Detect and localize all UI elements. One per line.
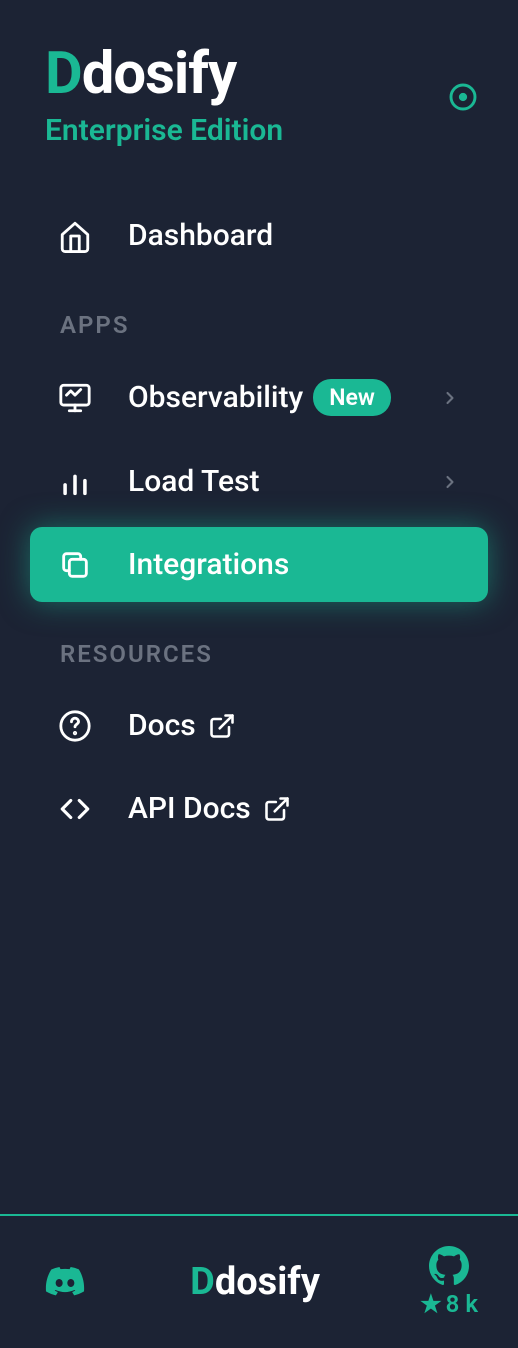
github-stars: ★ 8 k xyxy=(420,1290,478,1318)
external-link-icon xyxy=(263,795,291,823)
nav-label: Dashboard xyxy=(128,218,273,253)
github-icon xyxy=(429,1246,469,1286)
discord-link[interactable] xyxy=(40,1262,90,1302)
nav-label: Observability xyxy=(128,380,303,415)
monitor-icon xyxy=(58,381,92,415)
nav-label: API Docs xyxy=(128,791,251,826)
footer-logo: DDdosifydosify xyxy=(190,1260,320,1304)
chevron-right-icon xyxy=(440,472,460,492)
nav-observability[interactable]: Observability New xyxy=(30,359,488,436)
nav-load-test[interactable]: Load Test xyxy=(30,444,488,519)
logo: DDdosifydosify Enterprise Edition xyxy=(45,45,283,148)
github-link[interactable]: ★ 8 k xyxy=(420,1246,478,1318)
edition-label: Enterprise Edition xyxy=(45,113,283,148)
target-button[interactable] xyxy=(443,77,483,117)
code-icon xyxy=(58,792,92,826)
bar-chart-icon xyxy=(58,465,92,499)
nav-docs[interactable]: Docs xyxy=(30,688,488,763)
nav-api-docs[interactable]: API Docs xyxy=(30,771,488,846)
nav-label: Integrations xyxy=(128,547,289,582)
home-icon xyxy=(58,219,92,253)
help-icon xyxy=(58,709,92,743)
nav-label: Docs xyxy=(128,708,196,743)
nav-label: Load Test xyxy=(128,464,259,499)
new-badge: New xyxy=(313,379,391,416)
copy-icon xyxy=(58,548,92,582)
logo-text: DDdosifydosify xyxy=(45,45,283,103)
section-apps-header: APPS xyxy=(30,281,488,359)
chevron-right-icon xyxy=(440,388,460,408)
nav-integrations[interactable]: Integrations xyxy=(30,527,488,602)
star-icon: ★ xyxy=(420,1290,442,1318)
target-icon xyxy=(447,81,479,113)
nav-dashboard[interactable]: Dashboard xyxy=(30,198,488,273)
section-resources-header: RESOURCES xyxy=(30,610,488,688)
discord-icon xyxy=(40,1262,90,1302)
external-link-icon xyxy=(208,712,236,740)
